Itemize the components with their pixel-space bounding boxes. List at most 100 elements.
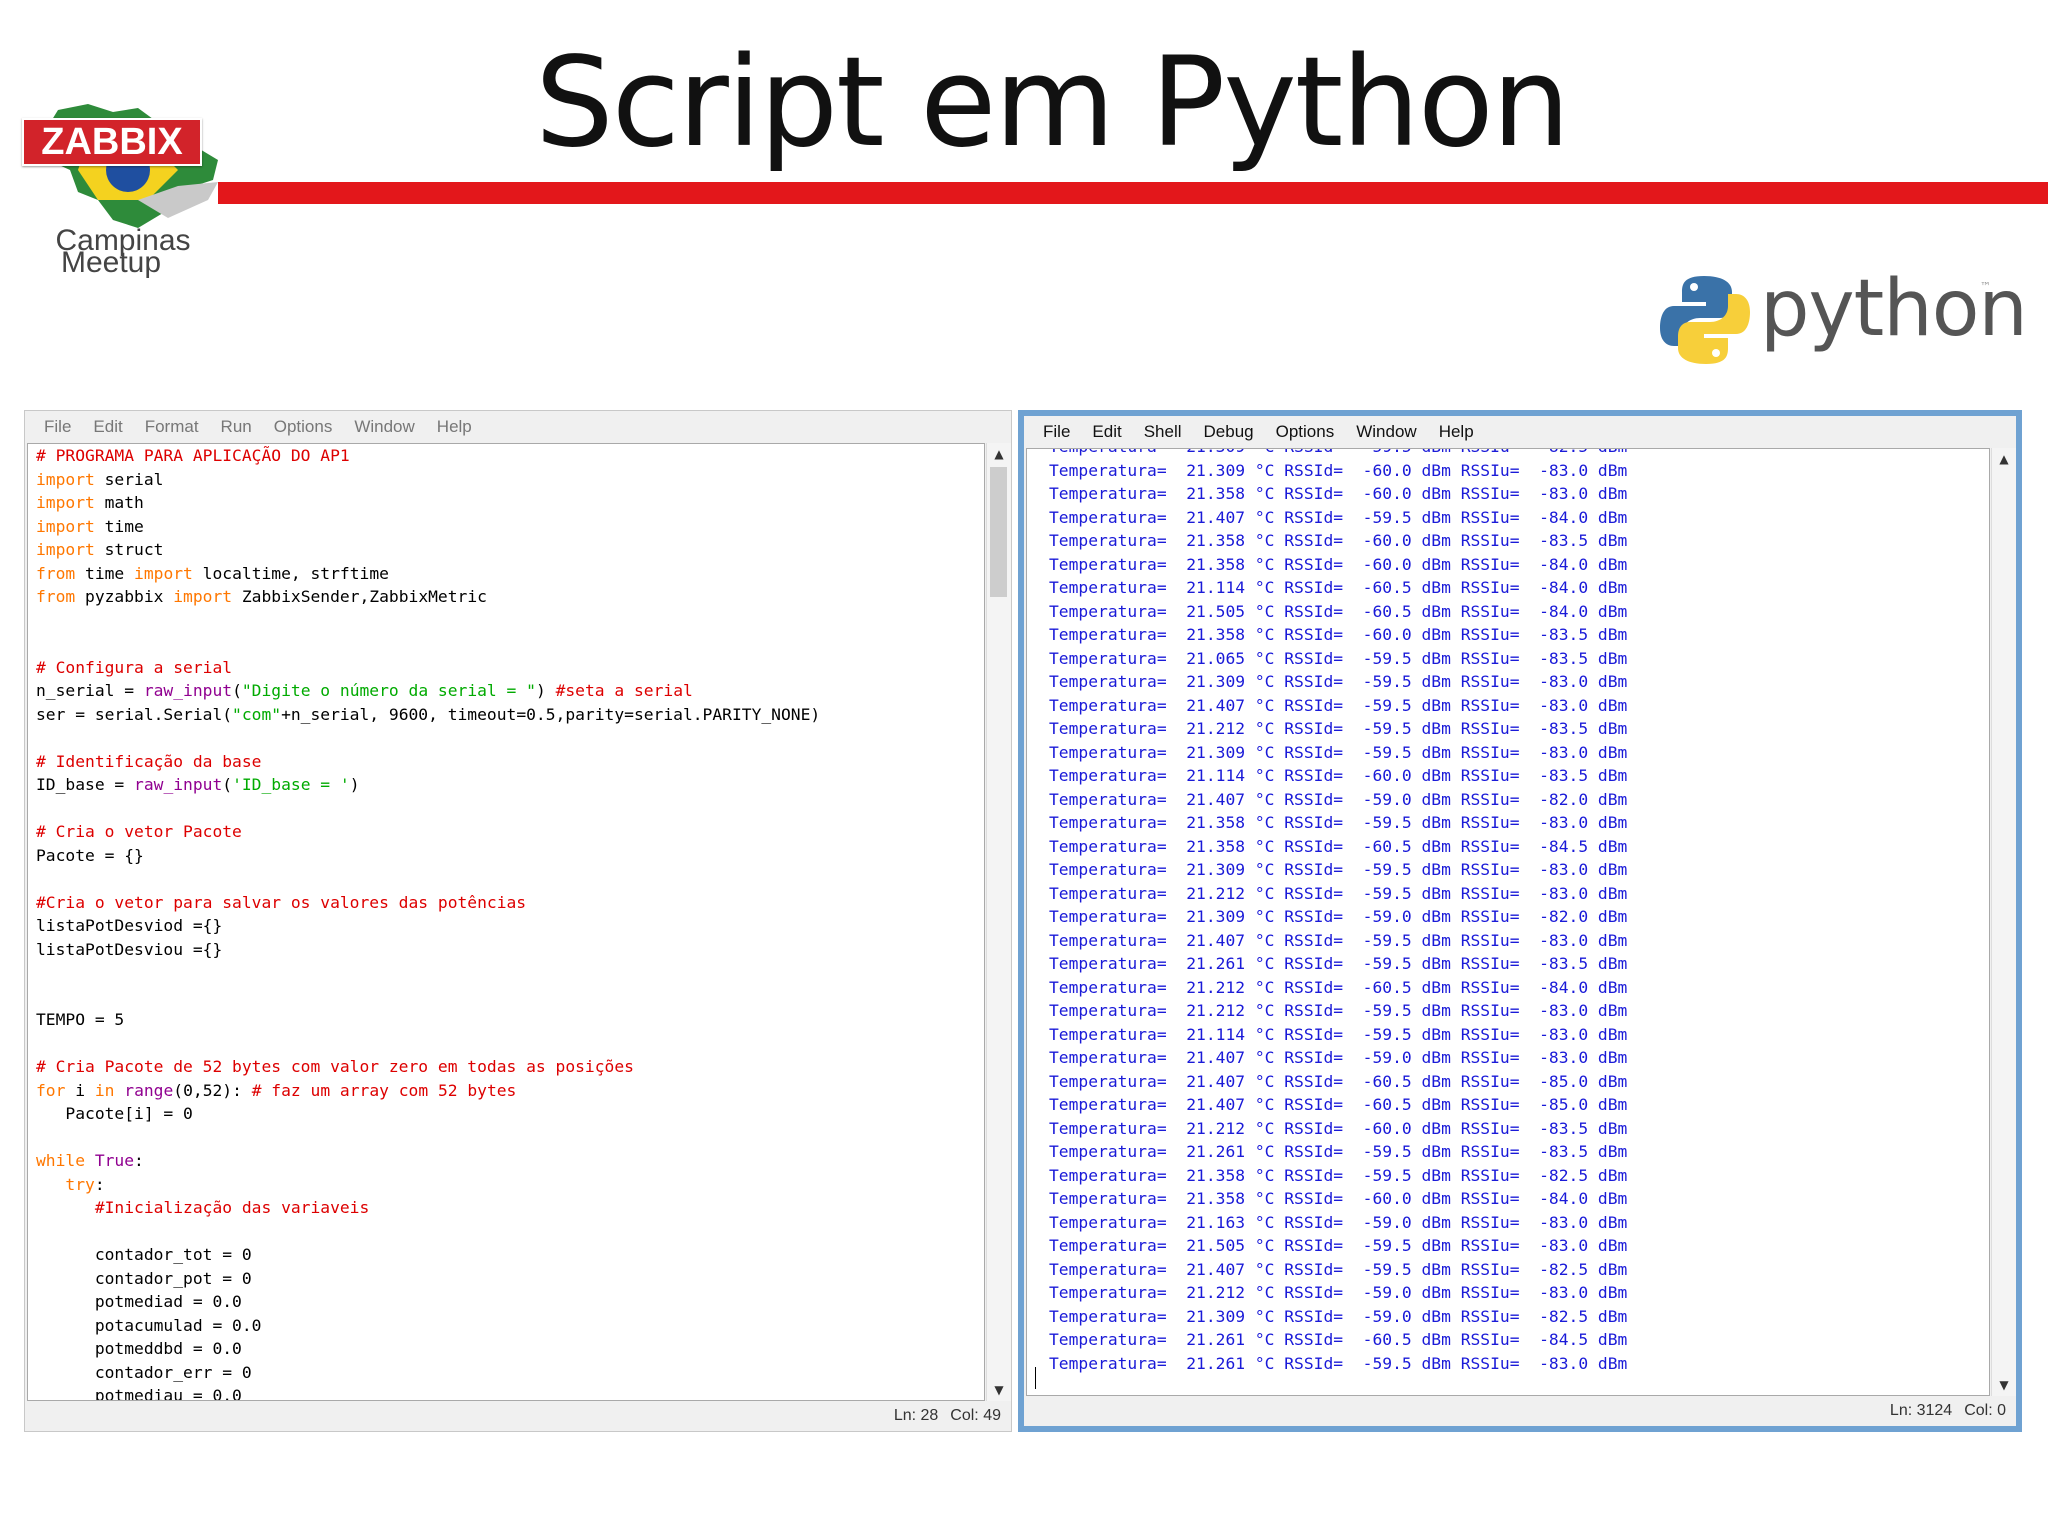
- shell-column-number: Col: 0: [1964, 1402, 2006, 1419]
- shell-menu-debug[interactable]: Debug: [1193, 422, 1265, 442]
- editor-menu-options[interactable]: Options: [263, 417, 344, 437]
- code-line: contador_pot = 0: [36, 1268, 252, 1288]
- python-trademark: ™: [1980, 280, 1991, 293]
- shell-output-line: Temperatura= 21.358 °C RSSId= -59.5 dBm …: [1049, 813, 1628, 832]
- shell-output-line: Temperatura= 21.212 °C RSSId= -60.0 dBm …: [1049, 1118, 1628, 1138]
- shell-output-line: Temperatura= 21.358 °C RSSId= -60.0 dBm …: [1049, 531, 1628, 550]
- shell-output-line: Temperatura= 21.163 °C RSSId= -59.0 dBm …: [1049, 1212, 1628, 1232]
- shell-output-line: Temperatura= 21.309 °C RSSId= -60.0 dBm …: [1049, 460, 1628, 480]
- shell-output-line: Temperatura= 21.114 °C RSSId= -59.5 dBm …: [1049, 1024, 1628, 1044]
- shell-output-line: Temperatura= 21.309 °C RSSId= -59.5 dBm …: [1049, 860, 1628, 879]
- editor-menu-window[interactable]: Window: [343, 417, 425, 437]
- shell-vertical-scrollbar[interactable]: ▲ ▼: [1991, 448, 2016, 1396]
- code-line: potacumulad = 0.0: [36, 1315, 262, 1335]
- shell-menu-shell[interactable]: Shell: [1133, 422, 1193, 442]
- shell-menu-edit[interactable]: Edit: [1081, 422, 1132, 442]
- editor-menu-run[interactable]: Run: [210, 417, 263, 437]
- code-line: #Cria o vetor para salvar os valores das…: [36, 892, 527, 912]
- code-line: potmediad = 0.0: [36, 1292, 242, 1311]
- scroll-up-arrow-icon[interactable]: ▲: [987, 443, 1011, 465]
- shell-output-line: Temperatura= 21.407 °C RSSId= -59.5 dBm …: [1049, 930, 1628, 950]
- shell-menu-help[interactable]: Help: [1428, 422, 1485, 442]
- code-line: while True:: [36, 1151, 144, 1170]
- code-line: # Identificação da base: [36, 751, 262, 771]
- code-line: ser = serial.Serial("com"+n_serial, 9600…: [36, 704, 821, 724]
- code-line: from time import localtime, strftime: [36, 563, 389, 583]
- code-line: Pacote[i] = 0: [36, 1104, 193, 1123]
- editor-menu-help[interactable]: Help: [426, 417, 483, 437]
- code-line: n_serial = raw_input("Digite o número da…: [36, 681, 693, 700]
- zabbix-badge: ZABBIX: [22, 118, 202, 166]
- code-line: from pyzabbix import ZabbixSender,Zabbix…: [36, 587, 487, 606]
- code-line: TEMPO = 5: [36, 1010, 125, 1029]
- editor-menu-format[interactable]: Format: [134, 417, 210, 437]
- shell-line-number: Ln: 3124: [1889, 1402, 1953, 1419]
- editor-menu-edit[interactable]: Edit: [82, 417, 133, 437]
- shell-output-line: Temperatura= 21.261 °C RSSId= -59.5 dBm …: [1049, 1142, 1628, 1161]
- shell-output-line: Temperatura= 21.407 °C RSSId= -59.5 dBm …: [1049, 1259, 1628, 1279]
- code-line: potmediau = 0.0: [36, 1386, 242, 1401]
- shell-output-line: Temperatura= 21.212 °C RSSId= -59.0 dBm …: [1049, 1283, 1628, 1302]
- editor-menu-file[interactable]: File: [33, 417, 82, 437]
- shell-output-line: Temperatura= 21.261 °C RSSId= -60.5 dBm …: [1049, 1330, 1628, 1349]
- editor-line-number: Ln: 28: [893, 1407, 939, 1424]
- shell-menu-file[interactable]: File: [1032, 422, 1081, 442]
- shell-menu-options[interactable]: Options: [1265, 422, 1346, 442]
- idle-editor-window: File Edit Format Run Options Window Help…: [24, 410, 1012, 1432]
- shell-status-bar: Ln: 3124 Col: 0: [1024, 1396, 2016, 1426]
- code-line: # Configura a serial: [36, 657, 233, 677]
- code-line: ID_base = raw_input('ID_base = '): [36, 775, 360, 794]
- shell-menu-window[interactable]: Window: [1345, 422, 1427, 442]
- shell-output-line: Temperatura= 21.358 °C RSSId= -60.5 dBm …: [1049, 836, 1628, 856]
- shell-output-line: Temperatura= 21.309 °C RSSId= -59.5 dBm …: [1049, 742, 1628, 762]
- code-line: import struct: [36, 540, 164, 559]
- shell-output-line: Temperatura= 21.114 °C RSSId= -60.5 dBm …: [1049, 578, 1628, 597]
- shell-output-line: Temperatura= 21.358 °C RSSId= -60.0 dBm …: [1049, 484, 1628, 503]
- python-wordmark: python: [1760, 264, 2028, 354]
- source-code: # PROGRAMA PARA APLICAÇÃO DO AP1 import s…: [36, 444, 821, 1401]
- code-line: for i in range(0,52): # faz um array com…: [36, 1080, 517, 1100]
- scroll-up-arrow-icon[interactable]: ▲: [1992, 448, 2016, 470]
- scroll-thumb[interactable]: [990, 467, 1007, 597]
- shell-menubar: File Edit Shell Debug Options Window Hel…: [1024, 416, 2016, 448]
- shell-output-line: Temperatura= 21.505 °C RSSId= -59.5 dBm …: [1049, 1236, 1628, 1255]
- text-cursor: [1035, 1367, 1036, 1389]
- editor-menubar: File Edit Format Run Options Window Help: [25, 411, 1011, 443]
- shell-output-line: Temperatura= 21.407 °C RSSId= -59.0 dBm …: [1049, 789, 1628, 809]
- shell-output-line: Temperatura= 21.212 °C RSSId= -59.5 dBm …: [1049, 719, 1628, 738]
- editor-vertical-scrollbar[interactable]: ▲ ▼: [986, 443, 1011, 1401]
- shell-output-line: Temperatura= 21.407 °C RSSId= -60.5 dBm …: [1049, 1071, 1628, 1091]
- shell-output-line: Temperatura= 21.358 °C RSSId= -60.0 dBm …: [1049, 554, 1628, 574]
- code-line: contador_err = 0: [36, 1362, 252, 1382]
- shell-output-line: Temperatura= 21.212 °C RSSId= -59.5 dBm …: [1049, 883, 1628, 903]
- scroll-down-arrow-icon[interactable]: ▼: [1992, 1374, 2016, 1396]
- zabbix-campinas-logo: ZABBIX Campinas Meetup: [18, 100, 228, 285]
- shell-output-line: Temperatura= 21.358 °C RSSId= -59.5 dBm …: [1049, 1165, 1628, 1185]
- python-logo: python ™: [1660, 260, 2028, 370]
- scroll-down-arrow-icon[interactable]: ▼: [987, 1379, 1011, 1401]
- code-editor-text-area[interactable]: # PROGRAMA PARA APLICAÇÃO DO AP1 import s…: [27, 443, 985, 1401]
- editor-column-number: Col: 49: [950, 1407, 1001, 1424]
- code-line: potmeddbd = 0.0: [36, 1339, 242, 1358]
- idle-shell-window: File Edit Shell Debug Options Window Hel…: [1018, 410, 2022, 1432]
- shell-output-line: Temperatura= 21.212 °C RSSId= -60.5 dBm …: [1049, 977, 1628, 997]
- shell-output-area[interactable]: Temperatura= 21.309 °C RSSId= -59.5 dBm …: [1026, 448, 1990, 1396]
- code-line: listaPotDesviou ={}: [36, 939, 223, 959]
- code-line: import time: [36, 516, 144, 536]
- editor-status-bar: Ln: 28 Col: 49: [25, 1401, 1011, 1431]
- shell-output-line: Temperatura= 21.261 °C RSSId= -59.5 dBm …: [1049, 1353, 1628, 1373]
- code-line: # Cria Pacote de 52 bytes com valor zero…: [36, 1057, 634, 1076]
- code-line: # Cria o vetor Pacote: [36, 822, 242, 841]
- code-line: import math: [36, 493, 144, 512]
- title-underline-bar: [218, 182, 2048, 204]
- code-line: try:: [65, 1174, 105, 1194]
- logo-meetup-text: Meetup: [60, 246, 162, 279]
